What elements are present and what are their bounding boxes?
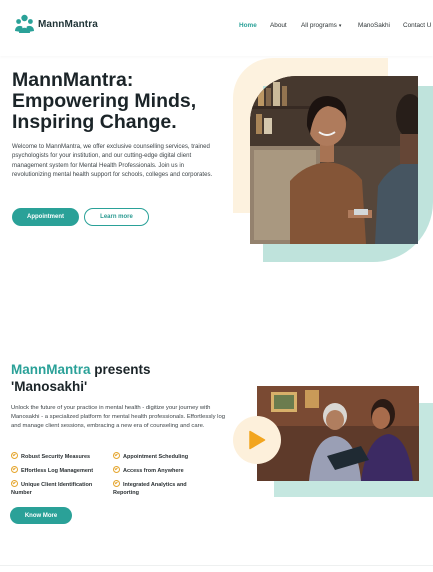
nav-contact[interactable]: Contact U [403,22,431,29]
feature-label: Access from Anywhere [123,468,184,474]
hero-counselling-photo [250,76,418,244]
site-header: MannMantra Home About All programs ▾ Mano… [0,0,433,56]
feature-label: Appointment Scheduling [123,454,189,460]
nav-manosakhi[interactable]: ManoSakhi [358,22,390,29]
manosakhi-title: MannMantra presents 'Manosakhi' [11,361,211,395]
nav-home[interactable]: Home [239,22,257,29]
feature-item: Robust Security Measures [11,451,111,461]
check-circle-icon [113,479,120,487]
feature-label: Robust Security Measures [21,454,91,460]
hero-image-area [233,58,433,263]
feature-item: Effortless Log Management [11,465,111,475]
check-circle-icon [11,479,18,487]
section-divider [0,565,433,566]
learn-more-button[interactable]: Learn more [84,208,149,226]
play-video-button[interactable] [233,416,281,464]
feature-item: Unique Client Identification Number [11,479,111,497]
manosakhi-title-highlight: MannMantra [11,362,91,377]
check-circle-icon [11,451,18,459]
feature-label: Unique Client Identification Number [11,482,93,496]
chevron-down-icon: ▾ [338,23,342,29]
manosakhi-tablet-photo [257,386,419,481]
hero-title: MannMantra: Empowering Minds, Inspiring … [12,69,197,133]
hero-description: Welcome to MannMantra, we offer exclusiv… [12,143,213,178]
brand-name: MannMantra [38,18,98,30]
feature-item: Access from Anywhere [113,465,223,475]
feature-label: Integrated Analytics and Reporting [113,482,187,496]
check-circle-icon [113,451,120,459]
brand-logo[interactable]: MannMantra [15,14,98,34]
feature-label: Effortless Log Management [21,468,94,474]
know-more-button[interactable]: Know More [10,507,72,524]
feature-item: Appointment Scheduling [113,451,223,461]
nav-all-programs[interactable]: All programs ▾ [301,22,341,29]
feature-item: Integrated Analytics and Reporting [113,479,213,497]
logo-people-icon [15,14,34,33]
play-icon [249,430,266,450]
manosakhi-description: Unlock the future of your practice in me… [11,405,226,430]
check-circle-icon [11,465,18,473]
appointment-button[interactable]: Appointment [12,208,79,226]
nav-about[interactable]: About [270,22,287,29]
nav-all-programs-label: All programs [301,22,337,29]
check-circle-icon [113,465,120,473]
